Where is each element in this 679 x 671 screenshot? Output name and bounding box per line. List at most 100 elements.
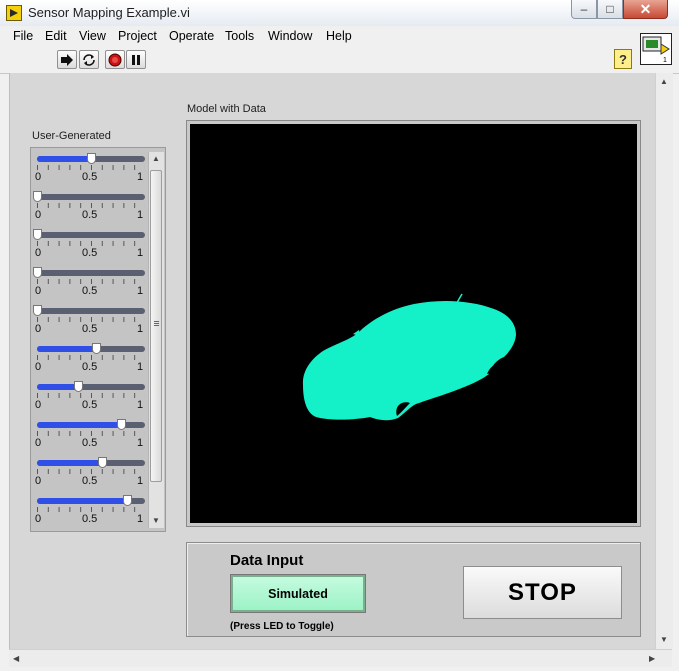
scroll-up-arrow-icon[interactable]: ▲ xyxy=(660,77,668,86)
slider-ticks xyxy=(37,241,145,246)
array-scroll-up-icon[interactable]: ▲ xyxy=(152,154,160,163)
slider-thumb[interactable] xyxy=(33,305,42,316)
slider-array: 0 0.5 1 0 0.5 1 0 0.5 1 0 0.5 1 0 0.5 1 0 0.5 1 0 0.5 1 0 0.5 1… xyxy=(30,147,166,532)
scroll-right-arrow-icon[interactable]: ▶ xyxy=(649,654,655,663)
slider-thumb[interactable] xyxy=(33,191,42,202)
scale-mid-label: 0.5 xyxy=(82,247,98,259)
slider-ticks xyxy=(37,279,145,284)
slider-thumb[interactable] xyxy=(74,381,84,392)
model-with-data-label: Model with Data xyxy=(187,103,266,115)
stop-button[interactable]: STOP xyxy=(463,566,622,619)
scale-min-label: 0 xyxy=(35,323,42,335)
scale-max-label: 1 xyxy=(137,247,144,259)
model-display-frame xyxy=(186,120,641,527)
scale-max-label: 1 xyxy=(137,437,144,449)
slider-fill xyxy=(37,422,122,428)
maximize-button[interactable]: □ xyxy=(597,0,623,19)
slider-3[interactable]: 0 0.5 1 xyxy=(33,228,147,266)
array-scroll-down-icon[interactable]: ▼ xyxy=(152,516,160,525)
slider-thumb[interactable] xyxy=(87,153,96,164)
slider-track[interactable] xyxy=(37,381,145,392)
menu-file[interactable]: File xyxy=(13,29,33,43)
slider-track[interactable] xyxy=(37,153,145,164)
slider-thumb[interactable] xyxy=(33,229,42,240)
scale-min-label: 0 xyxy=(35,247,42,259)
panel-vertical-scrollbar[interactable]: ▲ ▼ xyxy=(655,73,673,649)
slider-1[interactable]: 0 0.5 1 xyxy=(35,152,147,190)
pause-button[interactable] xyxy=(126,50,146,69)
scale-mid-label: 0.5 xyxy=(82,437,98,449)
scale-min-label: 0 xyxy=(35,171,42,183)
slider-track[interactable] xyxy=(37,343,145,354)
slider-track[interactable] xyxy=(33,191,145,202)
slider-ticks xyxy=(37,355,145,360)
scale-mid-label: 0.5 xyxy=(82,209,98,221)
user-generated-label: User-Generated xyxy=(32,130,111,142)
run-continuously-button[interactable] xyxy=(79,50,99,69)
run-arrow-icon xyxy=(61,53,73,66)
slider-track[interactable] xyxy=(37,495,145,506)
slider-6[interactable]: 0 0.5 1 xyxy=(35,342,147,380)
close-button[interactable]: ✕ xyxy=(623,0,668,19)
menu-edit[interactable]: Edit xyxy=(45,29,67,43)
scale-mid-label: 0.5 xyxy=(82,361,98,373)
pause-icon xyxy=(132,54,140,65)
menu-operate[interactable]: Operate xyxy=(169,29,214,43)
slider-thumb[interactable] xyxy=(122,495,132,506)
slider-2[interactable]: 0 0.5 1 xyxy=(33,190,147,228)
slider-9[interactable]: 0 0.5 1 xyxy=(35,456,147,494)
slider-track[interactable] xyxy=(37,457,145,468)
menu-window[interactable]: Window xyxy=(268,29,312,43)
run-continuously-icon xyxy=(83,53,95,66)
array-scrollbar[interactable]: ▲ ▼ xyxy=(148,152,164,528)
scroll-down-arrow-icon[interactable]: ▼ xyxy=(660,635,668,644)
slider-thumb[interactable] xyxy=(33,267,42,278)
slider-thumb[interactable] xyxy=(92,343,102,354)
minimize-button[interactable]: – xyxy=(571,0,597,19)
run-button[interactable] xyxy=(57,50,77,69)
slider-thumb[interactable] xyxy=(117,419,127,430)
slider-ticks xyxy=(37,393,145,398)
array-scroll-thumb[interactable] xyxy=(150,170,162,482)
labview-app-icon xyxy=(6,5,22,21)
window-title: Sensor Mapping Example.vi xyxy=(28,5,190,20)
scale-mid-label: 0.5 xyxy=(82,475,98,487)
scale-max-label: 1 xyxy=(137,513,144,525)
slider-10[interactable]: 0 0.5 1 xyxy=(35,494,147,532)
slider-thumb[interactable] xyxy=(97,457,107,468)
car-model xyxy=(302,293,516,421)
slider-4[interactable]: 0 0.5 1 xyxy=(33,266,147,304)
scroll-left-arrow-icon[interactable]: ◀ xyxy=(13,654,19,663)
menu-view[interactable]: View xyxy=(79,29,106,43)
slider-5[interactable]: 0 0.5 1 xyxy=(33,304,147,342)
panel-horizontal-scrollbar[interactable]: ◀ ▶ xyxy=(9,649,672,667)
scale-mid-label: 0.5 xyxy=(82,171,98,183)
3d-model-display[interactable] xyxy=(190,124,637,523)
scale-min-label: 0 xyxy=(35,437,42,449)
scale-max-label: 1 xyxy=(137,171,144,183)
scale-mid-label: 0.5 xyxy=(82,399,98,411)
scale-min-label: 0 xyxy=(35,399,42,411)
scale-min-label: 0 xyxy=(35,513,42,525)
slider-ticks xyxy=(37,431,145,436)
slider-track[interactable] xyxy=(37,419,145,430)
slider-track[interactable] xyxy=(33,267,145,278)
data-input-title: Data Input xyxy=(230,552,304,569)
slider-8[interactable]: 0 0.5 1 xyxy=(35,418,147,456)
context-help-button[interactable]: ? xyxy=(614,49,632,69)
slider-fill xyxy=(37,346,97,352)
slider-track[interactable] xyxy=(33,229,145,240)
menu-project[interactable]: Project xyxy=(118,29,157,43)
toggle-hint-text: (Press LED to Toggle) xyxy=(230,621,334,632)
scale-max-label: 1 xyxy=(137,399,144,411)
scale-min-label: 0 xyxy=(35,361,42,373)
menu-tools[interactable]: Tools xyxy=(225,29,254,43)
scale-min-label: 0 xyxy=(35,475,42,487)
menu-help[interactable]: Help xyxy=(326,29,352,43)
slider-track[interactable] xyxy=(33,305,145,316)
slider-ticks xyxy=(37,317,145,322)
abort-button[interactable] xyxy=(105,50,125,69)
slider-7[interactable]: 0 0.5 1 xyxy=(35,380,147,418)
vi-connector-icon: 1 xyxy=(640,33,672,65)
simulated-led-toggle[interactable]: Simulated xyxy=(230,574,366,613)
